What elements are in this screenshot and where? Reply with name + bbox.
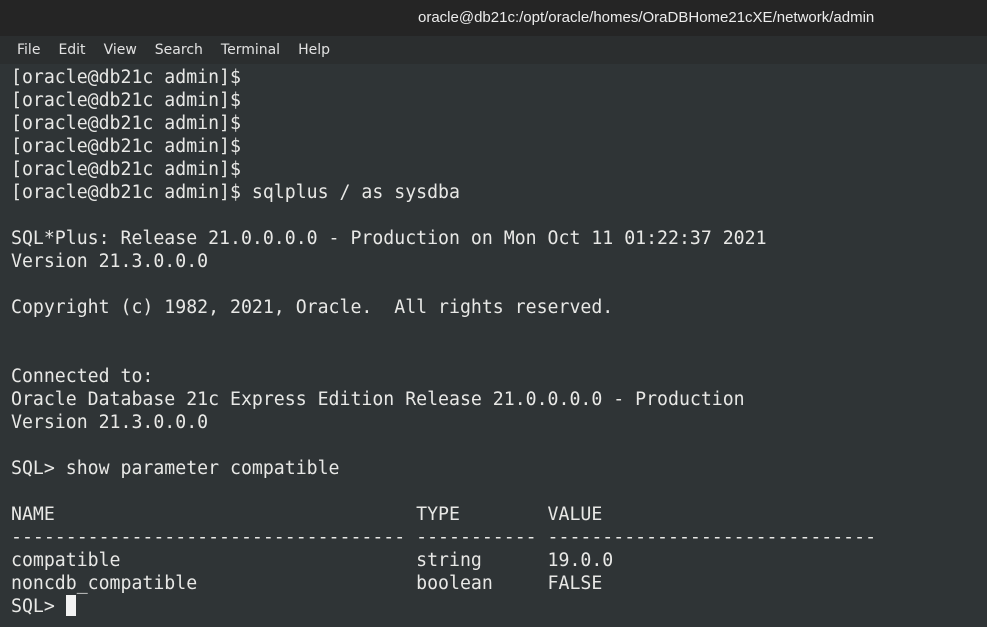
terminal-line: [oracle@db21c admin]$ [11, 159, 241, 180]
terminal-line: [oracle@db21c admin]$ [11, 113, 241, 134]
terminal-line: noncdb_compatible boolean FALSE [11, 573, 603, 594]
terminal-line: [oracle@db21c admin]$ [11, 67, 241, 88]
prompt-line[interactable]: SQL> [11, 595, 987, 618]
menu-edit[interactable]: Edit [49, 36, 94, 64]
terminal-line: ------------------------------------ ---… [11, 527, 877, 548]
terminal-line: [oracle@db21c admin]$ [11, 136, 241, 157]
terminal-line: SQL*Plus: Release 21.0.0.0.0 - Productio… [11, 228, 767, 249]
terminal-line: Copyright (c) 1982, 2021, Oracle. All ri… [11, 297, 614, 318]
terminal-line: Version 21.3.0.0.0 [11, 412, 209, 433]
sql-prompt: SQL> [11, 596, 66, 617]
title-bar[interactable]: oracle@db21c:/opt/oracle/homes/OraDBHome… [0, 0, 987, 36]
terminal-line: [oracle@db21c admin]$ [11, 90, 241, 111]
terminal-line: [oracle@db21c admin]$ sqlplus / as sysdb… [11, 182, 460, 203]
menu-file[interactable]: File [8, 36, 49, 64]
terminal-line: Connected to: [11, 366, 154, 387]
terminal-output[interactable]: [oracle@db21c admin]$ [oracle@db21c admi… [0, 64, 987, 627]
menu-terminal[interactable]: Terminal [212, 36, 289, 64]
terminal-line: NAME TYPE VALUE [11, 504, 603, 525]
terminal-line: Oracle Database 21c Express Edition Rele… [11, 389, 745, 410]
terminal-line: SQL> show parameter compatible [11, 458, 340, 479]
menu-help[interactable]: Help [289, 36, 339, 64]
menu-bar: File Edit View Search Terminal Help [0, 36, 987, 64]
terminal-window: oracle@db21c:/opt/oracle/homes/OraDBHome… [0, 0, 987, 627]
window-title: oracle@db21c:/opt/oracle/homes/OraDBHome… [418, 9, 875, 26]
menu-search[interactable]: Search [146, 36, 212, 64]
terminal-line: Version 21.3.0.0.0 [11, 251, 209, 272]
text-cursor [65, 595, 76, 616]
terminal-line: compatible string 19.0.0 [11, 550, 614, 571]
menu-view[interactable]: View [95, 36, 146, 64]
